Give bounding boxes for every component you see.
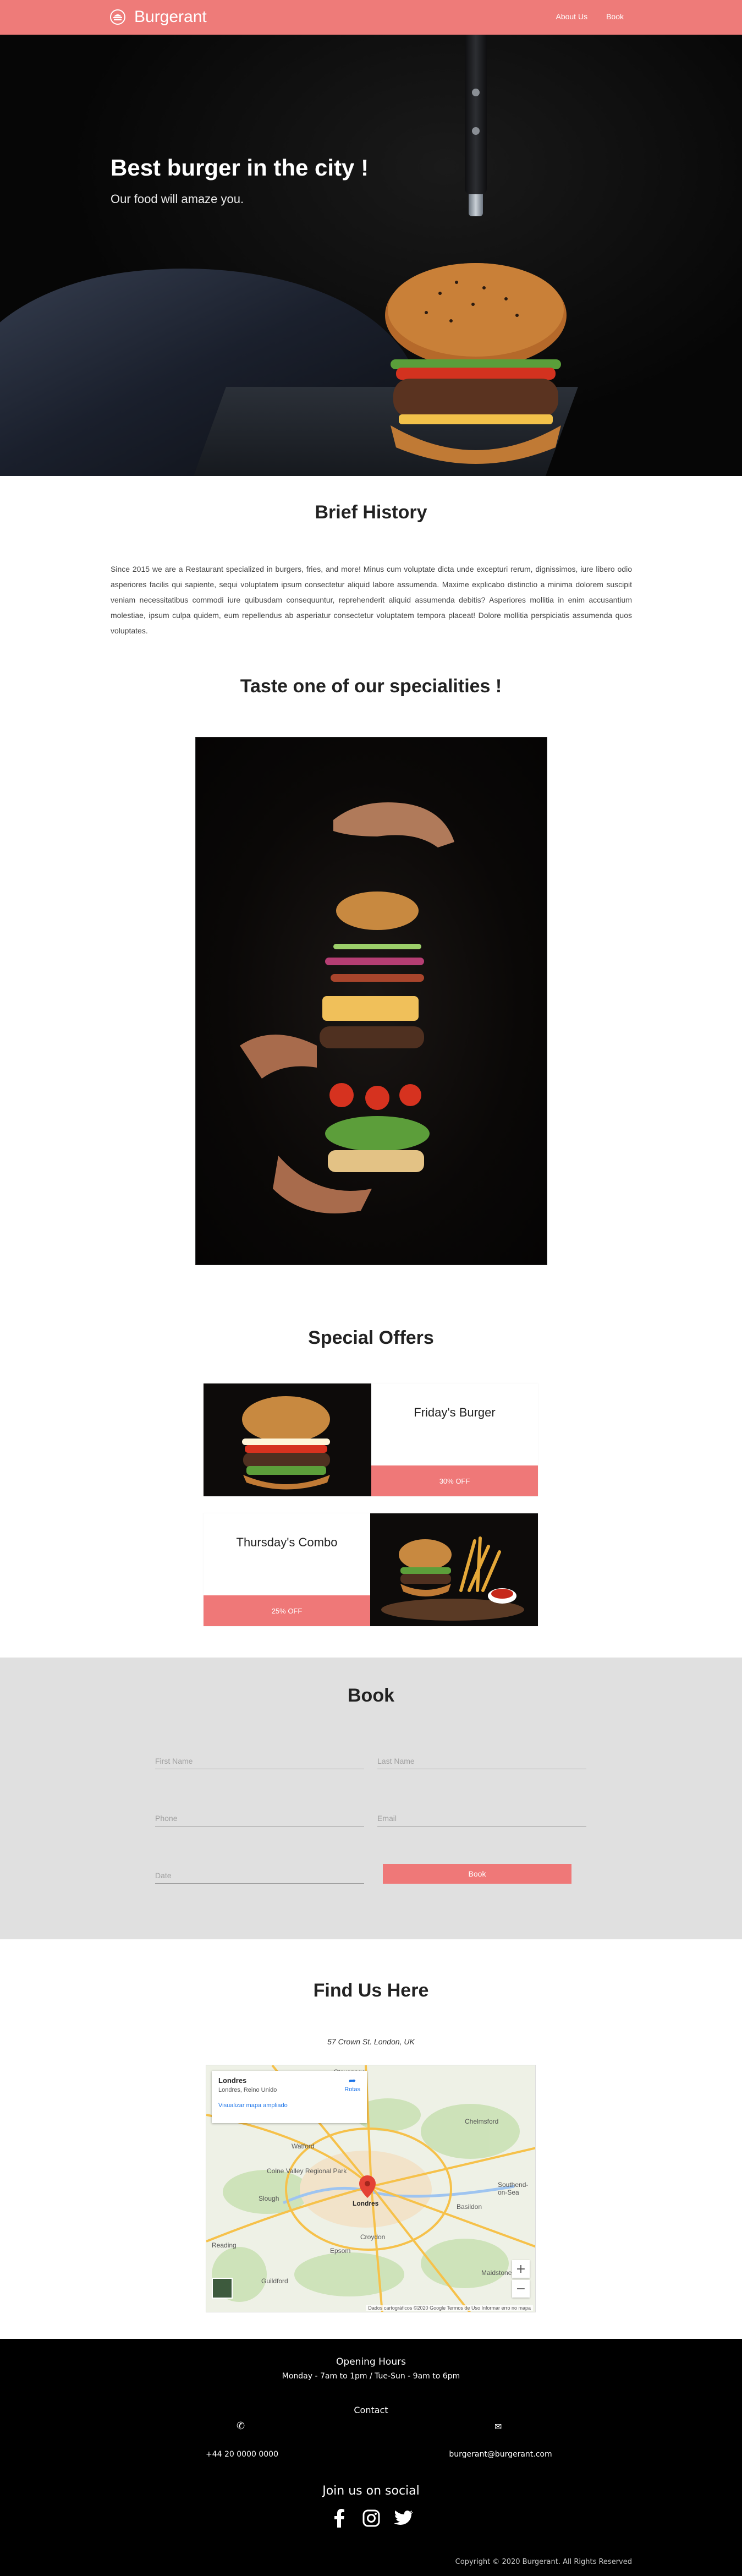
hero-title: Best burger in the city !	[111, 155, 369, 181]
map-label: Colne Valley Regional Park	[267, 2167, 347, 2175]
history-text: Since 2015 we are a Restaurant specializ…	[111, 565, 632, 635]
map-label: Croydon	[360, 2233, 386, 2241]
book-title: Book	[348, 1685, 394, 1706]
hours-title: Opening Hours	[336, 2356, 406, 2367]
map-label: Epsom	[330, 2247, 351, 2255]
map-attribution: Dados cartográficos ©2020 Google Termos …	[366, 2305, 533, 2311]
instagram-icon[interactable]	[361, 2508, 381, 2528]
map-label: Guildford	[261, 2277, 288, 2285]
floating-burger-image	[195, 737, 547, 1265]
burger-logo-icon	[110, 9, 125, 25]
map-label: Maidstone	[481, 2269, 512, 2277]
nav-links: About Us Book	[556, 12, 624, 21]
last-name-input[interactable]	[377, 1753, 586, 1769]
brand-name: Burgerant	[134, 8, 207, 26]
map-label: Slough	[259, 2195, 279, 2202]
history-title: Brief History	[315, 502, 427, 523]
hero-subtitle: Our food will amaze you.	[111, 192, 244, 206]
map-zoom-in-button[interactable]: +	[512, 2260, 530, 2278]
map-satellite-toggle[interactable]	[212, 2278, 233, 2299]
find-us-title: Find Us Here	[313, 1980, 429, 2001]
email-icon: ✉	[494, 2421, 502, 2432]
offer-image-friday	[204, 1383, 371, 1496]
footer-email[interactable]: burgerant@burgerant.com	[446, 2450, 556, 2459]
map-label: Southend-on-Sea	[498, 2181, 529, 2196]
nav-link-book[interactable]: Book	[606, 12, 624, 21]
directions-icon: ➦	[348, 2076, 356, 2086]
knife-rivet-decor	[472, 127, 480, 135]
offer-card-thursday: Thursday's Combo 25% OFF	[204, 1513, 538, 1626]
first-name-input[interactable]	[155, 1753, 364, 1769]
offer-name-thursday: Thursday's Combo	[236, 1535, 338, 1549]
email-input[interactable]	[377, 1811, 586, 1826]
social-links	[0, 2508, 742, 2528]
map-place-name: Londres	[218, 2076, 247, 2085]
phone-input[interactable]	[155, 1811, 364, 1826]
date-input[interactable]	[155, 1868, 364, 1884]
hero-burger-image	[385, 263, 567, 464]
map-place-sub: Londres, Reino Unido	[218, 2087, 277, 2093]
directions-button[interactable]: ➦ Rotas	[344, 2075, 360, 2093]
knife-rivet-decor	[472, 89, 480, 96]
offer-image-thursday	[370, 1513, 538, 1626]
offer-discount-button-thursday[interactable]: 25% OFF	[204, 1595, 370, 1626]
map-label: Watford	[292, 2142, 315, 2150]
embedded-map[interactable]: Stevenage Chelmsford Watford Slough Croy…	[206, 2065, 536, 2312]
directions-label: Rotas	[344, 2086, 360, 2093]
phone-icon: ✆	[237, 2420, 245, 2432]
knife-handle-decor	[465, 35, 487, 194]
nav-link-about[interactable]: About Us	[556, 12, 587, 21]
map-zoom-out-button[interactable]: −	[512, 2280, 530, 2298]
hero-banner: Best burger in the city ! Our food will …	[0, 35, 742, 476]
facebook-icon[interactable]	[329, 2508, 349, 2528]
footer-phone[interactable]: +44 20 0000 0000	[198, 2450, 286, 2459]
map-info-card: Londres Londres, Reino Unido Visualizar …	[212, 2071, 367, 2123]
twitter-icon[interactable]	[393, 2508, 413, 2528]
map-city-label: Londres	[353, 2200, 379, 2207]
hours-text: Monday - 7am to 1pm / Tue-Sun - 9am to 6…	[282, 2372, 460, 2381]
map-label: Basildon	[457, 2203, 482, 2211]
social-title: Join us on social	[322, 2484, 420, 2498]
offers-title: Special Offers	[308, 1327, 434, 1348]
copyright-text: Copyright © 2020 Burgerant. All Rights R…	[455, 2558, 632, 2566]
top-navbar: Burgerant About Us Book	[0, 0, 742, 35]
brand[interactable]: Burgerant	[110, 8, 207, 26]
offer-discount-button-friday[interactable]: 30% OFF	[371, 1465, 538, 1496]
speciality-title: Taste one of our specialities !	[240, 676, 502, 697]
contact-title: Contact	[354, 2405, 388, 2415]
larger-map-link[interactable]: Visualizar mapa ampliado	[218, 2102, 360, 2109]
offer-card-friday: Friday's Burger 30% OFF	[204, 1383, 538, 1496]
address-text: 57 Crown St. London, UK	[327, 2037, 415, 2046]
offer-name-friday: Friday's Burger	[414, 1405, 496, 1419]
map-label: Chelmsford	[465, 2118, 499, 2125]
book-submit-button[interactable]: Book	[383, 1864, 571, 1884]
map-label: Reading	[212, 2241, 237, 2249]
